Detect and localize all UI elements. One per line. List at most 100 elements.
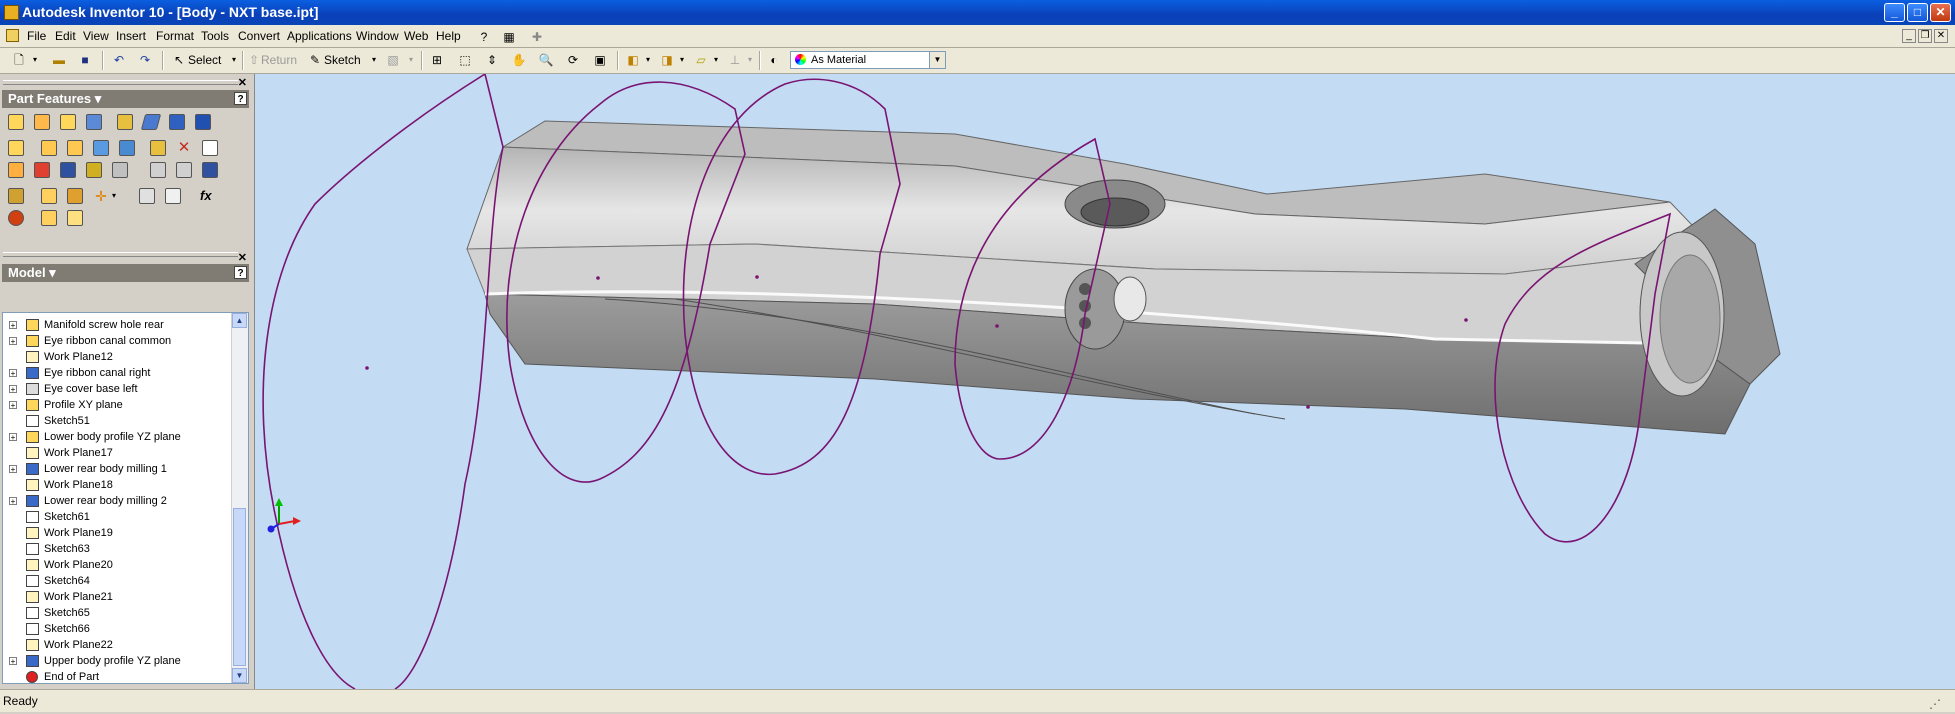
zoom-selected-icon[interactable]: 🔍 <box>537 51 555 69</box>
promote-icon[interactable] <box>139 188 155 204</box>
face-draft-icon[interactable] <box>93 140 109 156</box>
menu-edit[interactable]: Edit <box>55 28 76 44</box>
section-dropdown-icon[interactable]: ▾ <box>711 51 721 69</box>
scroll-down-icon[interactable]: ▼ <box>232 668 247 683</box>
close-button[interactable]: ✕ <box>1930 3 1951 22</box>
help-icon[interactable]: ? <box>234 266 247 279</box>
select-dropdown-icon[interactable]: ▾ <box>229 51 239 69</box>
return-button[interactable]: Return <box>261 51 297 69</box>
display-mode-icon[interactable]: ◧ <box>624 51 642 69</box>
undo-icon[interactable]: ↶ <box>110 51 128 69</box>
thicken-offset-icon[interactable] <box>60 162 76 178</box>
zoom-window-icon[interactable]: ⬚ <box>456 51 474 69</box>
menu-insert[interactable]: Insert <box>116 28 146 44</box>
bend-part-icon[interactable] <box>86 162 102 178</box>
part-features-header[interactable]: Part Features ▾ ? <box>2 90 249 108</box>
menu-window[interactable]: Window <box>356 28 399 44</box>
mirror-feature-icon[interactable] <box>202 162 218 178</box>
new-dropdown-icon[interactable]: ▾ <box>30 51 40 69</box>
open-icon[interactable]: ▬ <box>50 51 68 69</box>
view-catalog-icon[interactable] <box>67 210 83 226</box>
thread-icon[interactable] <box>8 140 24 156</box>
delete-face-icon[interactable]: ✕ <box>176 140 192 156</box>
expand-icon[interactable]: + <box>9 465 17 474</box>
document-icon[interactable] <box>6 29 19 42</box>
scroll-up-icon[interactable]: ▲ <box>232 313 247 328</box>
section-view-icon[interactable]: ▱ <box>692 51 710 69</box>
model-canvas[interactable] <box>255 74 1955 689</box>
parameters-doc-icon[interactable] <box>165 188 181 204</box>
rectangular-pattern-icon[interactable] <box>112 162 128 178</box>
panel-close-icon[interactable]: ✕ <box>238 77 247 89</box>
sketch-dropdown-icon[interactable]: ▾ <box>369 51 379 69</box>
sketch-profile-1-back[interactable] <box>262 74 486 689</box>
expand-icon[interactable]: + <box>9 369 17 378</box>
menu-web[interactable]: Web <box>404 28 428 44</box>
work-point-dropdown-icon[interactable]: ▾ <box>112 188 128 204</box>
zoom-all-icon[interactable]: ⊞ <box>428 51 446 69</box>
browser-scrollbar[interactable]: ▲ ▼ <box>231 313 248 683</box>
help-topics-icon[interactable]: ? <box>475 29 493 45</box>
work-point-icon[interactable]: ✛ <box>93 188 109 204</box>
menu-file[interactable]: File <box>27 28 46 44</box>
display-mode-dropdown-icon[interactable]: ▾ <box>643 51 653 69</box>
resize-grip-icon[interactable]: ⋰ <box>1929 694 1941 714</box>
split-icon[interactable] <box>119 140 135 156</box>
look-at-icon[interactable]: ▣ <box>591 51 609 69</box>
save-icon[interactable]: ■ <box>76 51 94 69</box>
extrude-icon[interactable] <box>8 114 24 130</box>
replace-face-icon[interactable] <box>34 162 50 178</box>
menu-convert[interactable]: Convert <box>238 28 280 44</box>
expand-icon[interactable]: + <box>9 385 17 394</box>
graphics-viewport[interactable] <box>254 74 1955 689</box>
work-axis-icon[interactable] <box>67 188 83 204</box>
create-ifeature-icon[interactable] <box>8 210 24 226</box>
menu-format[interactable]: Format <box>156 28 194 44</box>
camera-icon[interactable]: ◨ <box>658 51 676 69</box>
panel-close-icon[interactable]: ✕ <box>238 252 247 264</box>
sketch-button[interactable]: Sketch <box>324 51 361 69</box>
panel-grip[interactable] <box>3 252 238 257</box>
emboss-icon[interactable] <box>150 140 166 156</box>
menu-tools[interactable]: Tools <box>201 28 229 44</box>
doc-close-button[interactable]: ✕ <box>1934 29 1948 43</box>
expand-icon[interactable]: + <box>9 321 17 330</box>
part-body[interactable] <box>466 120 1781 435</box>
appearance-select[interactable]: As Material ▼ <box>790 51 946 69</box>
sweep-icon[interactable] <box>169 114 185 130</box>
select-button[interactable]: Select <box>188 51 221 69</box>
work-plane-icon[interactable] <box>41 188 57 204</box>
decal-icon[interactable] <box>202 140 218 156</box>
redo-icon[interactable]: ↷ <box>136 51 154 69</box>
panel-grip[interactable] <box>3 80 238 85</box>
project-grid-icon[interactable]: ▦ <box>500 29 518 45</box>
loft-icon[interactable] <box>140 114 162 130</box>
model-header[interactable]: Model ▾ ? <box>2 264 249 282</box>
maximize-button[interactable]: □ <box>1907 3 1928 22</box>
minimize-button[interactable]: _ <box>1884 3 1905 22</box>
doc-restore-button[interactable]: ❐ <box>1918 29 1932 43</box>
sketch-profile-1[interactable] <box>394 74 504 689</box>
rib-icon[interactable] <box>117 114 133 130</box>
parameters-fx-icon[interactable]: fx <box>200 188 216 204</box>
coil-icon[interactable] <box>195 114 211 130</box>
revolve-icon[interactable] <box>34 114 50 130</box>
work-plane-tool-icon[interactable] <box>8 188 24 204</box>
shell-icon[interactable] <box>86 114 102 130</box>
shadow-icon[interactable]: ◐ <box>765 51 783 69</box>
circular-pattern-icon[interactable] <box>150 162 166 178</box>
scroll-thumb[interactable] <box>233 508 246 666</box>
chevron-down-icon[interactable]: ▼ <box>929 52 945 68</box>
expand-icon[interactable]: + <box>9 657 17 666</box>
expand-icon[interactable]: + <box>9 433 17 442</box>
menu-applications[interactable]: Applications <box>287 28 352 44</box>
menu-help[interactable]: Help <box>436 28 461 44</box>
zoom-icon[interactable]: ⇕ <box>483 51 501 69</box>
expand-icon[interactable]: + <box>9 337 17 346</box>
doc-minimize-button[interactable]: _ <box>1902 29 1916 43</box>
expand-icon[interactable]: + <box>9 401 17 410</box>
pan-icon[interactable]: ✋ <box>510 51 528 69</box>
insert-ifeature-icon[interactable] <box>41 210 57 226</box>
polar-pattern-icon[interactable] <box>176 162 192 178</box>
camera-dropdown-icon[interactable]: ▾ <box>677 51 687 69</box>
